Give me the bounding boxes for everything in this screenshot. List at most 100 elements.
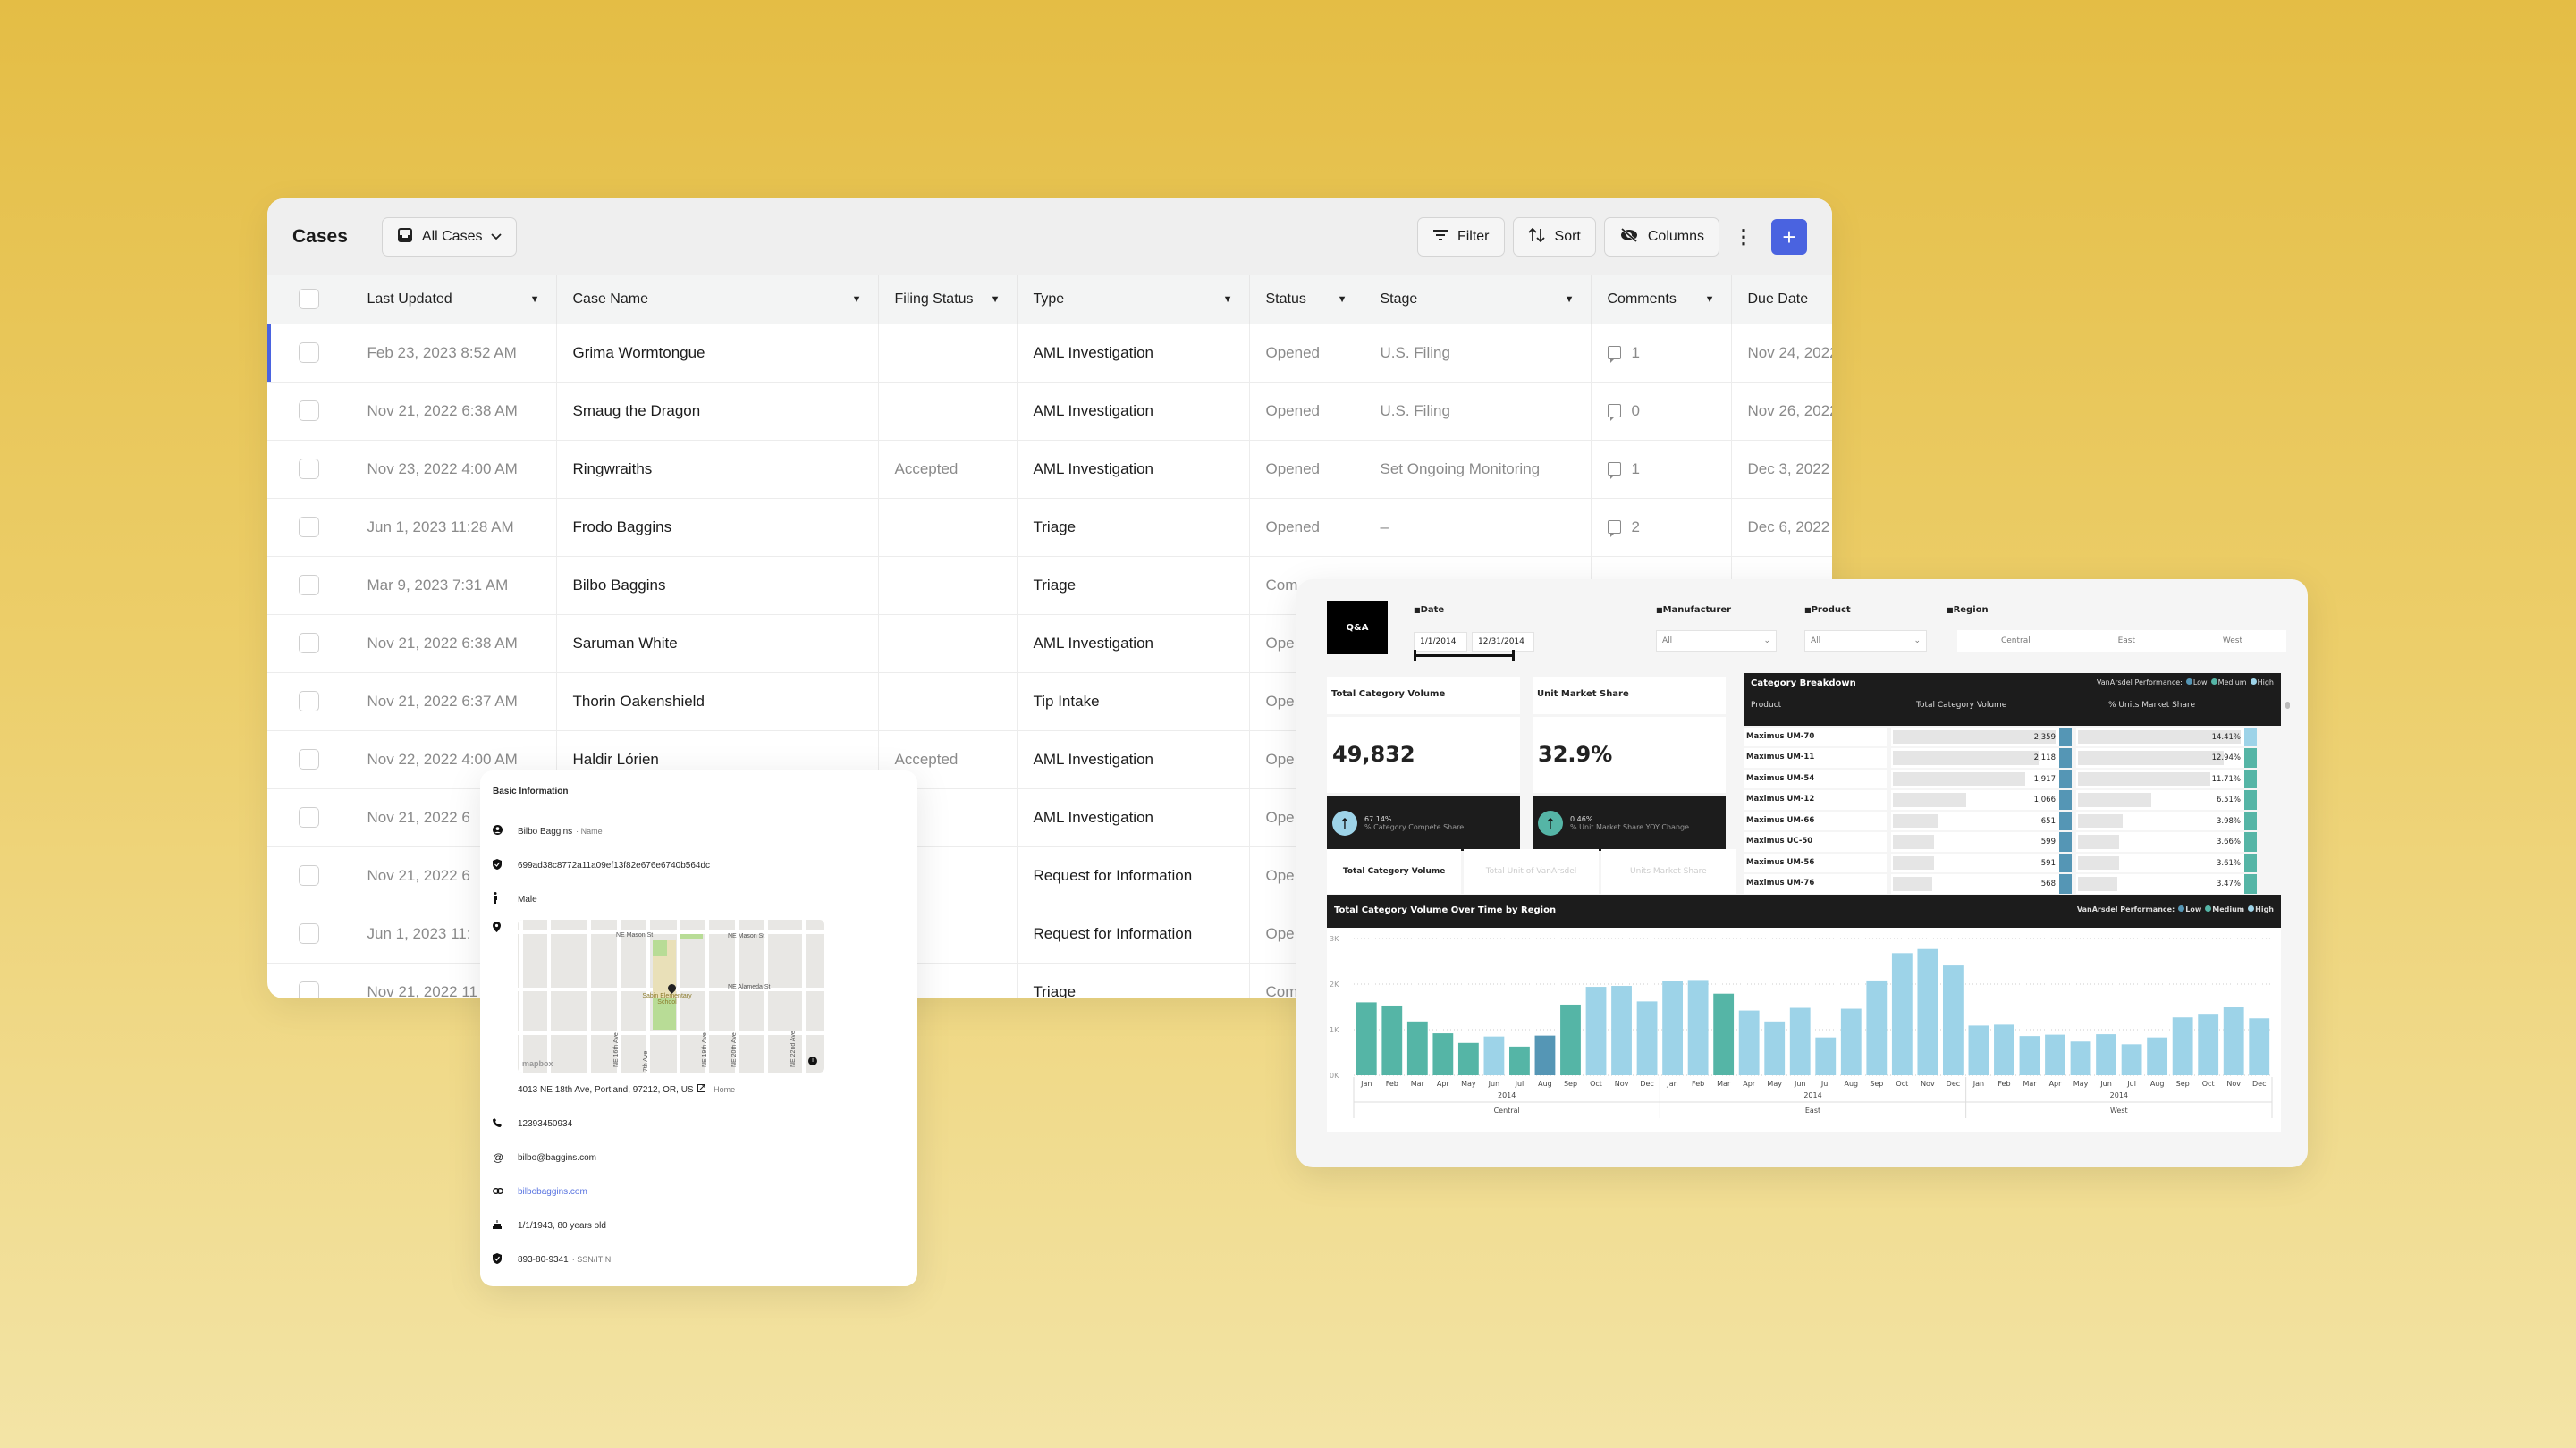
y-tick-label: 3K (1330, 935, 1339, 943)
date-filter-label: Date (1414, 605, 1445, 615)
legend-label: High (2257, 678, 2274, 686)
filter-button[interactable]: Filter (1416, 217, 1505, 257)
more-options-icon[interactable]: ⋮ (1730, 227, 1757, 247)
row-select-cell (267, 556, 351, 615)
caret-down-icon[interactable]: ▼ (1565, 294, 1575, 305)
row-checkbox[interactable] (298, 923, 319, 944)
row-checkbox[interactable] (298, 400, 319, 421)
add-case-button[interactable]: + (1771, 219, 1807, 255)
row-checkbox[interactable] (298, 865, 319, 886)
tab-total-category-volume[interactable]: Total Category Volume (1327, 849, 1462, 894)
region-option[interactable]: East (2118, 636, 2135, 645)
bar-east-sep (1866, 980, 1888, 1075)
caret-down-icon[interactable]: ▼ (852, 294, 862, 305)
manufacturer-dropdown[interactable]: All ⌄ (1656, 630, 1777, 652)
product-dropdown[interactable]: All ⌄ (1804, 630, 1927, 652)
breakdown-row[interactable]: Maximus UC-50 599 3.66% (1744, 832, 2281, 852)
x-tick-label: May (1461, 1080, 1476, 1088)
manufacturer-filter-label: Manufacturer (1656, 605, 1732, 615)
breakdown-row[interactable]: Maximus UM-54 1,917 11.71% (1744, 769, 2281, 789)
region-label: East (1805, 1107, 1820, 1115)
column-header-volume[interactable]: Total Category Volume (1916, 701, 2108, 710)
external-link-icon[interactable] (697, 1084, 705, 1095)
row-checkbox[interactable] (298, 575, 319, 595)
website-row: bilbobaggins.com (493, 1174, 905, 1208)
bar-east-dec (1942, 965, 1964, 1075)
row-checkbox[interactable] (298, 749, 319, 770)
table-row[interactable]: Feb 23, 2023 8:52 AM Grima Wormtongue AML … (267, 324, 1832, 383)
name-value: Bilbo Baggins (518, 826, 573, 837)
region-option[interactable]: Central (2001, 636, 2031, 645)
column-header-case-name[interactable]: Case Name ▼ (556, 275, 879, 324)
table-row[interactable]: Nov 23, 2022 4:00 AM Ringwraiths Accepted A… (267, 440, 1832, 499)
view-selector[interactable]: All Cases (381, 217, 518, 257)
row-checkbox[interactable] (298, 342, 319, 363)
caret-down-icon[interactable]: ▼ (1338, 294, 1347, 305)
case-name-cell[interactable]: Thorin Oakenshield (556, 672, 879, 731)
scrollbar-thumb[interactable] (2285, 702, 2290, 709)
row-checkbox[interactable] (298, 981, 319, 998)
caret-down-icon[interactable]: ▼ (991, 294, 1001, 305)
qa-button[interactable]: Q&A (1327, 601, 1388, 654)
column-header-share[interactable]: % Units Market Share (2108, 701, 2195, 710)
tab-total-unit-of-vanarsdel[interactable]: Total Unit of VanArsdel (1464, 849, 1599, 894)
row-checkbox[interactable] (298, 517, 319, 537)
link-icon (493, 1186, 518, 1197)
chart-title: Total Category Volume Over Time by Regio… (1334, 905, 1557, 915)
row-checkbox[interactable] (298, 633, 319, 653)
x-tick-label: Apr (2049, 1080, 2063, 1088)
row-checkbox[interactable] (298, 691, 319, 711)
status-cell: Opened (1249, 498, 1364, 557)
tab-units-market-share[interactable]: Units Market Share (1600, 849, 1736, 894)
row-checkbox[interactable] (298, 807, 319, 828)
share-performance-swatch (2244, 748, 2257, 768)
sort-button[interactable]: Sort (1512, 217, 1596, 257)
type-cell: Request for Information (1017, 846, 1250, 905)
column-header-product[interactable]: Product (1751, 701, 1916, 710)
breakdown-row[interactable]: Maximus UM-70 2,359 14.41% (1744, 727, 2281, 747)
select-all-checkbox[interactable] (298, 289, 319, 310)
breakdown-row[interactable]: Maximus UM-12 1,066 6.51% (1744, 790, 2281, 810)
case-name-cell[interactable]: Frodo Baggins (556, 498, 879, 557)
table-row[interactable]: Jun 1, 2023 11:28 AM Frodo Baggins Triage O… (267, 498, 1832, 557)
column-header-status[interactable]: Status ▼ (1249, 275, 1364, 324)
case-name-cell[interactable]: Saruman White (556, 614, 879, 673)
column-header-type[interactable]: Type ▼ (1017, 275, 1250, 324)
filing-status-cell (878, 614, 1018, 673)
row-checkbox[interactable] (298, 459, 319, 479)
case-name-cell[interactable]: Bilbo Baggins (556, 556, 879, 615)
type-cell: AML Investigation (1017, 440, 1250, 499)
columns-button[interactable]: Columns (1603, 217, 1719, 257)
breakdown-row[interactable]: Maximus UM-11 2,118 12.94% (1744, 748, 2281, 768)
bar-east-jun (1789, 1007, 1811, 1075)
column-header-due-date[interactable]: Due Date (1731, 275, 1832, 324)
case-name-cell[interactable]: Grima Wormtongue (556, 324, 879, 383)
breakdown-row[interactable]: Maximus UM-76 568 3.47% (1744, 874, 2281, 894)
location-map[interactable]: NE Mason St NE Mason St NE Alameda St NE… (518, 920, 824, 1073)
kpi-value: 32.9% (1533, 717, 1726, 793)
region-option[interactable]: West (2223, 636, 2242, 645)
case-name-cell[interactable]: Ringwraiths (556, 440, 879, 499)
case-name-cell[interactable]: Smaug the Dragon (556, 382, 879, 441)
caret-down-icon[interactable]: ▼ (1705, 294, 1715, 305)
column-header-last-updated[interactable]: Last Updated ▼ (351, 275, 557, 324)
caret-down-icon[interactable]: ▼ (530, 294, 540, 305)
table-row[interactable]: Nov 21, 2022 6:38 AM Smaug the Dragon AML … (267, 382, 1832, 441)
chevron-down-icon: ⌄ (1763, 636, 1770, 645)
x-tick-label: Jan (1972, 1080, 1984, 1088)
volume-value: 651 (2040, 816, 2056, 826)
info-icon[interactable]: i (808, 1057, 817, 1065)
column-header-stage[interactable]: Stage ▼ (1364, 275, 1592, 324)
column-header-comments[interactable]: Comments ▼ (1591, 275, 1732, 324)
mapbox-logo: mapbox (522, 1059, 553, 1068)
column-header-filing-status[interactable]: Filing Status ▼ (878, 275, 1018, 324)
breakdown-row[interactable]: Maximus UM-66 651 3.98% (1744, 811, 2281, 831)
caret-down-icon[interactable]: ▼ (1223, 294, 1233, 305)
share-cell: 6.51% (2076, 790, 2257, 810)
date-end-input[interactable]: 12/31/2014 (1472, 632, 1534, 652)
date-range-slider[interactable] (1414, 650, 1515, 661)
website-link[interactable]: bilbobaggins.com (518, 1187, 587, 1197)
at-sign-icon: @ (493, 1151, 504, 1164)
breakdown-row[interactable]: Maximus UM-56 591 3.61% (1744, 853, 2281, 873)
date-start-input[interactable]: 1/1/2014 (1414, 632, 1467, 652)
